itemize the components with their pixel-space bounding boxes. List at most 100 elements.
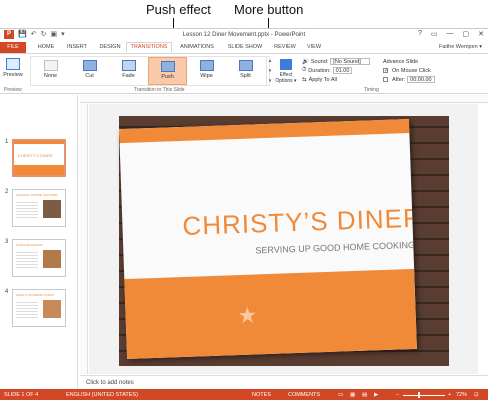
- transition-cut[interactable]: Cut: [70, 57, 109, 85]
- preview-group-label: Preview: [4, 87, 22, 93]
- effect-options-button[interactable]: Effect Options ▾: [275, 56, 297, 86]
- tab-file[interactable]: FILE: [0, 42, 26, 53]
- ribbon-tabs: FILE HOME INSERT DESIGN TRANSITIONS ANIM…: [0, 42, 488, 53]
- transition-fade[interactable]: Fade: [109, 57, 148, 85]
- transition-gallery: None Cut Fade Push Wipe Split: [30, 56, 270, 86]
- tab-insert[interactable]: INSERT: [62, 42, 92, 53]
- preview-label: Preview: [3, 72, 23, 78]
- minimize-icon[interactable]: —: [447, 30, 454, 38]
- sound-label: Sound:: [310, 58, 329, 65]
- sound-icon: 🔊: [302, 58, 309, 65]
- notes-button[interactable]: NOTES: [252, 392, 271, 398]
- after-checkbox[interactable]: [383, 77, 388, 82]
- push-effect-callout: Push effect: [146, 2, 211, 17]
- comments-button[interactable]: COMMENTS: [288, 392, 320, 398]
- user-account[interactable]: Faithe Wempen ▾: [439, 44, 482, 50]
- sound-select[interactable]: [No Sound]: [330, 58, 371, 65]
- tab-home[interactable]: HOME: [32, 42, 60, 53]
- help-icon[interactable]: ?: [418, 30, 422, 38]
- zoom-level[interactable]: 72%: [456, 392, 467, 398]
- slide-sorter-icon[interactable]: ▦: [350, 392, 355, 398]
- zoom-in-icon[interactable]: +: [448, 392, 451, 398]
- thumb-number-4: 4: [5, 289, 9, 295]
- thumb-number-3: 3: [5, 239, 9, 245]
- transition-split-label: Split: [240, 73, 251, 79]
- none-transition-icon: [43, 60, 58, 71]
- reading-view-icon[interactable]: ▤: [362, 392, 367, 398]
- duration-label: Duration:: [308, 67, 331, 74]
- transition-group-label: Transition to This Slide: [134, 87, 185, 93]
- timing-controls: 🔊 Sound: [No Sound] ⏱ Duration: 01.00 ⇆ …: [302, 57, 371, 84]
- window-controls: ? ▭ — ▢ ✕: [418, 30, 484, 38]
- slide-canvas[interactable]: CHRISTY’S DINER SERVING UP GOOD HOME COO…: [89, 104, 478, 374]
- zoom-out-icon[interactable]: −: [396, 392, 399, 398]
- push-transition-icon: [160, 61, 175, 72]
- window-title: Lesson 12 Diner Movement.pptx - PowerPoi…: [182, 32, 306, 38]
- on-mouse-click-checkbox[interactable]: ✓: [383, 68, 388, 74]
- horizontal-ruler: [80, 95, 488, 103]
- thumb-title-3: OUR PHILOSOPHY: [16, 243, 44, 247]
- zoom-slider[interactable]: [403, 395, 445, 396]
- after-label: After:: [392, 76, 406, 83]
- slide-thumbnail-2[interactable]: CHARLIE COFFEE COUNTER: [12, 189, 66, 227]
- transition-push-label: Push: [161, 74, 174, 80]
- split-transition-icon: [238, 60, 253, 71]
- current-slide[interactable]: CHRISTY’S DINER SERVING UP GOOD HOME COO…: [119, 119, 417, 359]
- tab-design[interactable]: DESIGN: [95, 42, 125, 53]
- thumb-number-1: 1: [5, 139, 9, 145]
- tab-review[interactable]: REVIEW: [271, 42, 299, 53]
- slide-counter: SLIDE 1 OF 4: [4, 392, 39, 398]
- thumb-title-4: WHAT'S ON FRESH TODAY: [16, 293, 55, 297]
- slide-subtitle[interactable]: SERVING UP GOOD HOME COOKING: [255, 240, 415, 256]
- fade-transition-icon: [121, 60, 136, 71]
- more-button-callout: More button: [234, 2, 304, 17]
- ribbon-display-icon[interactable]: ▭: [431, 30, 438, 38]
- slide-thumbnail-3[interactable]: OUR PHILOSOPHY: [12, 239, 66, 277]
- transition-push[interactable]: Push: [148, 57, 187, 85]
- preview-button[interactable]: Preview: [2, 56, 24, 86]
- transitions-ribbon: Preview None Cut Fade Push Wipe Split ▴ …: [0, 53, 488, 94]
- thumb-title-1: CHRISTY'S DINER: [18, 153, 53, 158]
- normal-view-icon[interactable]: ▭: [338, 392, 343, 398]
- transition-wipe-label: Wipe: [200, 73, 213, 79]
- transition-cut-label: Cut: [85, 73, 94, 79]
- slide-thumbnails-pane: 1 CHRISTY'S DINER 2 CHARLIE COFFEE COUNT…: [0, 95, 78, 389]
- notes-pane[interactable]: Click to add notes: [80, 375, 488, 389]
- tab-transitions[interactable]: TRANSITIONS: [126, 42, 172, 53]
- thumb-title-2: CHARLIE COFFEE COUNTER: [16, 193, 58, 197]
- gallery-more-button[interactable]: ▴ ▾ ▾: [266, 56, 273, 86]
- vertical-ruler: [80, 104, 88, 374]
- slide-thumbnail-1[interactable]: CHRISTY'S DINER: [12, 139, 66, 177]
- duration-icon: ⏱: [302, 67, 307, 73]
- slide-title[interactable]: CHRISTY’S DINER: [182, 203, 417, 242]
- tab-slide-show[interactable]: SLIDE SHOW: [224, 42, 266, 53]
- maximize-icon[interactable]: ▢: [463, 30, 470, 38]
- powerpoint-window: P 💾 ↶ ↻ ▣ ▾ Lesson 12 Diner Movement.ppt…: [0, 28, 488, 400]
- thumb-number-2: 2: [5, 189, 9, 195]
- close-icon[interactable]: ✕: [478, 30, 484, 38]
- after-input[interactable]: 00:00.00: [407, 76, 435, 83]
- status-bar: SLIDE 1 OF 4 ENGLISH (UNITED STATES) NOT…: [0, 389, 488, 400]
- advance-slide-controls: Advance Slide ✓ On Mouse Click After: 00…: [383, 57, 435, 84]
- transition-none[interactable]: None: [31, 57, 70, 85]
- fit-slide-icon[interactable]: ⊡: [474, 392, 479, 398]
- transition-split[interactable]: Split: [226, 57, 265, 85]
- cut-transition-icon: [82, 60, 97, 71]
- on-mouse-click-label: On Mouse Click: [392, 67, 431, 74]
- duration-input[interactable]: 01.00: [332, 67, 353, 74]
- title-bar: P 💾 ↶ ↻ ▣ ▾ Lesson 12 Diner Movement.ppt…: [0, 29, 488, 41]
- transition-wipe[interactable]: Wipe: [187, 57, 226, 85]
- transition-none-label: None: [43, 73, 58, 79]
- apply-all-icon: ⇆: [302, 76, 307, 83]
- slideshow-icon[interactable]: ▶: [374, 392, 378, 398]
- wipe-transition-icon: [199, 60, 214, 71]
- tab-animations[interactable]: ANIMATIONS: [175, 42, 219, 53]
- timing-group-label: Timing: [364, 87, 379, 93]
- zoom-slider-knob[interactable]: [418, 392, 421, 398]
- slide-thumbnail-4[interactable]: WHAT'S ON FRESH TODAY: [12, 289, 66, 327]
- slide-bottom-band: [124, 268, 417, 359]
- apply-to-all-button[interactable]: Apply To All: [309, 77, 337, 83]
- tab-view[interactable]: VIEW: [302, 42, 326, 53]
- language-indicator[interactable]: ENGLISH (UNITED STATES): [66, 392, 138, 398]
- advance-slide-label: Advance Slide: [383, 58, 419, 65]
